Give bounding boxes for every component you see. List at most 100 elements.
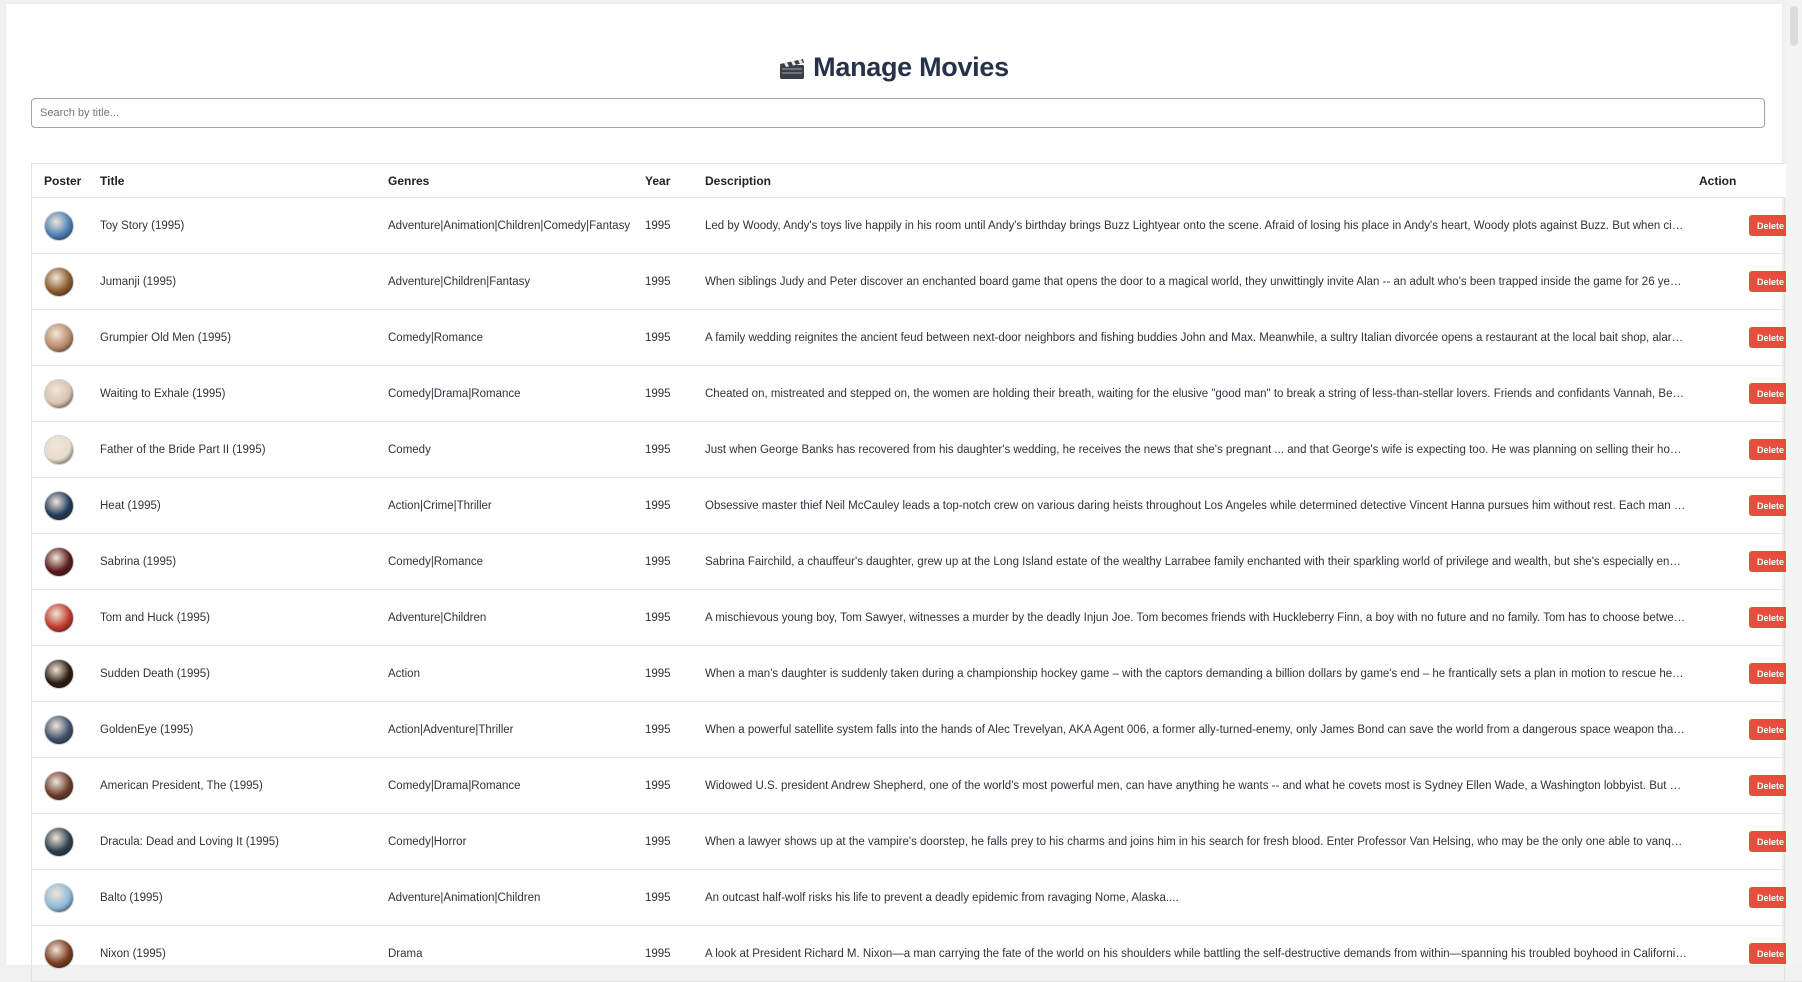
- scrollbar-thumb[interactable]: [1790, 6, 1798, 46]
- column-header-year: Year: [633, 164, 693, 198]
- table-row: Dracula: Dead and Loving It (1995) Comedy…: [32, 813, 1802, 870]
- poster-cell: [32, 869, 88, 926]
- table-body: Toy Story (1995) Adventure|Animation|Chil…: [32, 197, 1802, 982]
- action-cell: Delete: [1687, 925, 1802, 982]
- poster-image: [44, 546, 74, 577]
- title-cell: GoldenEye (1995): [88, 701, 376, 758]
- action-cell: Delete: [1687, 589, 1802, 646]
- description-cell: When a powerful satellite system falls i…: [693, 701, 1687, 758]
- year-cell: 1995: [633, 869, 693, 926]
- title-cell: Father of the Bride Part II (1995): [88, 421, 376, 478]
- action-cell: Delete: [1687, 645, 1802, 702]
- action-cell: Delete: [1687, 477, 1802, 534]
- poster-cell: [32, 253, 88, 310]
- poster-image: [44, 266, 74, 297]
- genres-cell: Adventure|Children|Fantasy: [376, 253, 633, 310]
- genres-cell: Comedy|Drama|Romance: [376, 365, 633, 422]
- year-cell: 1995: [633, 645, 693, 702]
- description-cell: When siblings Judy and Peter discover an…: [693, 253, 1687, 310]
- clapperboard-icon: [780, 58, 805, 79]
- table-row: Waiting to Exhale (1995) Comedy|Drama|Rom…: [32, 365, 1802, 422]
- description-cell: A mischievous young boy, Tom Sawyer, wit…: [693, 589, 1687, 646]
- poster-image: [44, 378, 74, 409]
- poster-cell: [32, 757, 88, 814]
- genres-cell: Adventure|Animation|Children|Comedy|Fant…: [376, 197, 633, 254]
- year-cell: 1995: [633, 365, 693, 422]
- genres-cell: Action|Crime|Thriller: [376, 477, 633, 534]
- table-row: Tom and Huck (1995) Adventure|Children 199…: [32, 589, 1802, 646]
- description-cell: Sabrina Fairchild, a chauffeur's daughte…: [693, 533, 1687, 590]
- poster-cell: [32, 477, 88, 534]
- poster-image: [44, 322, 74, 353]
- table-row: Father of the Bride Part II (1995) Comedy…: [32, 421, 1802, 478]
- poster-cell: [32, 309, 88, 366]
- year-cell: 1995: [633, 813, 693, 870]
- poster-cell: [32, 925, 88, 982]
- title-cell: Toy Story (1995): [88, 197, 376, 254]
- poster-image: [44, 210, 74, 241]
- genres-cell: Adventure|Animation|Children: [376, 869, 633, 926]
- genres-cell: Adventure|Children: [376, 589, 633, 646]
- action-cell: Delete: [1687, 253, 1802, 310]
- table-row: GoldenEye (1995) Action|Adventure|Thrille…: [32, 701, 1802, 758]
- table-row: Toy Story (1995) Adventure|Animation|Chil…: [32, 197, 1802, 254]
- poster-image: [44, 770, 74, 801]
- poster-cell: [32, 589, 88, 646]
- poster-cell: [32, 197, 88, 254]
- action-cell: Delete: [1687, 197, 1802, 254]
- page-title-text: Manage Movies: [813, 52, 1009, 82]
- search-input[interactable]: [31, 98, 1765, 128]
- action-cell: Delete: [1687, 813, 1802, 870]
- description-cell: Cheated on, mistreated and stepped on, t…: [693, 365, 1687, 422]
- poster-cell: [32, 365, 88, 422]
- description-cell: Widowed U.S. president Andrew Shepherd, …: [693, 757, 1687, 814]
- title-cell: Sudden Death (1995): [88, 645, 376, 702]
- title-cell: Heat (1995): [88, 477, 376, 534]
- action-cell: Delete: [1687, 365, 1802, 422]
- genres-cell: Action: [376, 645, 633, 702]
- table-row: Sabrina (1995) Comedy|Romance 1995 Sabrina …: [32, 533, 1802, 590]
- title-cell: Waiting to Exhale (1995): [88, 365, 376, 422]
- poster-image: [44, 490, 74, 521]
- description-cell: Obsessive master thief Neil McCauley lea…: [693, 477, 1687, 534]
- action-cell: Delete: [1687, 309, 1802, 366]
- poster-image: [44, 714, 74, 745]
- poster-image: [44, 602, 74, 633]
- action-cell: Delete: [1687, 533, 1802, 590]
- title-cell: Tom and Huck (1995): [88, 589, 376, 646]
- year-cell: 1995: [633, 421, 693, 478]
- genres-cell: Comedy|Horror: [376, 813, 633, 870]
- title-cell: Nixon (1995): [88, 925, 376, 982]
- poster-image: [44, 826, 74, 857]
- vertical-scrollbar[interactable]: [1786, 0, 1802, 965]
- year-cell: 1995: [633, 477, 693, 534]
- genres-cell: Comedy|Drama|Romance: [376, 757, 633, 814]
- table-header-row: Poster Title Genres Year Description Act…: [32, 164, 1802, 198]
- title-cell: Dracula: Dead and Loving It (1995): [88, 813, 376, 870]
- poster-cell: [32, 645, 88, 702]
- page-title: Manage Movies: [6, 52, 1782, 83]
- poster-cell: [32, 701, 88, 758]
- poster-image: [44, 938, 74, 969]
- description-cell: Just when George Banks has recovered fro…: [693, 421, 1687, 478]
- movies-table-container: Poster Title Genres Year Description Act…: [31, 163, 1802, 982]
- table-row: Sudden Death (1995) Action 1995 When a man'…: [32, 645, 1802, 702]
- title-cell: Balto (1995): [88, 869, 376, 926]
- title-cell: Jumanji (1995): [88, 253, 376, 310]
- genres-cell: Comedy|Romance: [376, 309, 633, 366]
- action-cell: Delete: [1687, 757, 1802, 814]
- year-cell: 1995: [633, 589, 693, 646]
- year-cell: 1995: [633, 757, 693, 814]
- year-cell: 1995: [633, 197, 693, 254]
- column-header-action: Action: [1687, 164, 1802, 198]
- year-cell: 1995: [633, 925, 693, 982]
- poster-image: [44, 434, 74, 465]
- table-row: Nixon (1995) Drama 1995 A look at President…: [32, 925, 1802, 982]
- table-row: Heat (1995) Action|Crime|Thriller 1995 Obse…: [32, 477, 1802, 534]
- column-header-title: Title: [88, 164, 376, 198]
- column-header-description: Description: [693, 164, 1687, 198]
- year-cell: 1995: [633, 309, 693, 366]
- table-row: American President, The (1995) Comedy|Dra…: [32, 757, 1802, 814]
- poster-image: [44, 658, 74, 689]
- movies-table: Poster Title Genres Year Description Act…: [32, 164, 1802, 982]
